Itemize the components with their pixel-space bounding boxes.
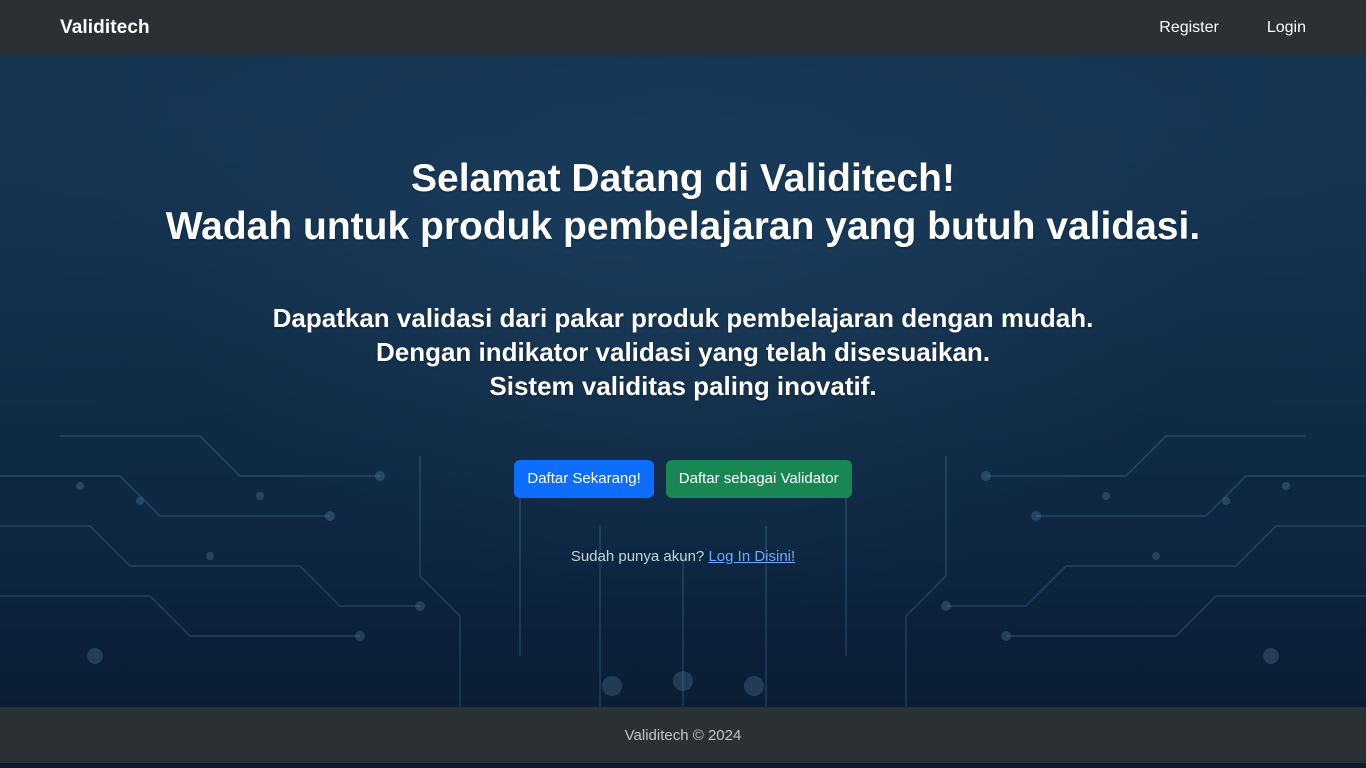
hero-section: Selamat Datang di Validitech! Wadah untu… (0, 56, 1366, 707)
hero-subtitle-line-1: Dapatkan validasi dari pakar produk pemb… (272, 303, 1094, 333)
register-now-button[interactable]: Daftar Sekarang! (514, 460, 654, 498)
page-footer: Validitech © 2024 (0, 707, 1366, 763)
hero-subtitle: Dapatkan validasi dari pakar produk pemb… (0, 301, 1366, 403)
login-here-link[interactable]: Log In Disini! (708, 548, 795, 565)
login-hint: Sudah punya akun? Log In Disini! (0, 548, 1366, 565)
bottom-strip (0, 763, 1366, 768)
login-hint-text: Sudah punya akun? (570, 548, 705, 565)
hero-title-line-1: Selamat Datang di Validitech! (411, 157, 955, 200)
register-validator-button[interactable]: Daftar sebagai Validator (665, 460, 852, 498)
hero-buttons: Daftar Sekarang! Daftar sebagai Validato… (0, 460, 1366, 498)
nav-register-link[interactable]: Register (1159, 19, 1219, 37)
brand-logo-link[interactable]: Validitech (60, 17, 150, 39)
hero-title: Selamat Datang di Validitech! Wadah untu… (0, 56, 1366, 251)
nav-login-link[interactable]: Login (1267, 19, 1306, 37)
hero-subtitle-line-2: Dengan indikator validasi yang telah dis… (375, 337, 991, 367)
hero-subtitle-line-3: Sistem validitas paling inovatif. (489, 371, 877, 401)
nav-links: Register Login (1159, 19, 1306, 37)
hero-title-line-2: Wadah untuk produk pembelajaran yang but… (165, 205, 1201, 248)
footer-copyright: Validitech © 2024 (624, 726, 742, 744)
hero-content: Selamat Datang di Validitech! Wadah untu… (0, 56, 1366, 565)
top-navbar: Validitech Register Login (0, 0, 1366, 56)
